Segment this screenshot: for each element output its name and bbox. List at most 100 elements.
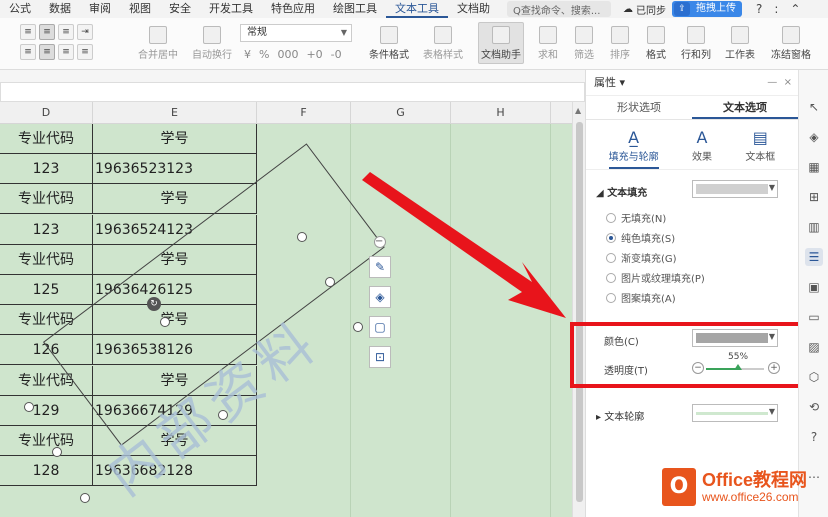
sum-button[interactable]: 求和: [532, 26, 564, 61]
resize-handle[interactable]: [353, 322, 363, 332]
resize-handle[interactable]: [24, 402, 34, 412]
chart-icon[interactable]: ▥: [805, 218, 823, 236]
merge-center-button[interactable]: 合并居中: [134, 26, 182, 61]
freeze-panes-button[interactable]: 冻结窗格: [766, 26, 816, 61]
rows-cols-button[interactable]: 行和列: [676, 26, 716, 61]
help-icon[interactable]: ?: [756, 2, 762, 16]
cell-student-id[interactable]: 19636523123: [93, 154, 257, 185]
menu-formula[interactable]: 公式: [0, 0, 40, 18]
column-header-extra[interactable]: [551, 102, 572, 124]
subtab-effects[interactable]: A 效果: [692, 128, 712, 169]
menu-doc-assist[interactable]: 文档助: [448, 0, 499, 18]
cell-major-code[interactable]: 123: [0, 154, 93, 185]
radio-gradient-fill[interactable]: 渐变填充(G): [606, 250, 677, 265]
menu-text-tools[interactable]: 文本工具: [386, 0, 448, 18]
format-button[interactable]: 格式: [640, 26, 672, 61]
tab-shape-options[interactable]: 形状选项: [586, 96, 692, 119]
align-bottom-icon[interactable]: ≡: [58, 24, 74, 40]
align-right-icon[interactable]: ≡: [58, 44, 74, 60]
align-top-icon[interactable]: ≡: [20, 24, 36, 40]
align-middle-icon[interactable]: ≡: [39, 24, 55, 40]
resize-handle[interactable]: [52, 447, 62, 457]
text-fill-section[interactable]: ◢ 文本填充: [596, 184, 647, 199]
number-format-select[interactable]: 常规 ▼: [240, 24, 352, 42]
column-header-e[interactable]: E: [93, 102, 257, 124]
thousands-button[interactable]: 000: [277, 48, 298, 61]
align-left-icon[interactable]: ≡: [20, 44, 36, 60]
apps-icon[interactable]: ⊞: [805, 188, 823, 206]
tab-text-options[interactable]: 文本选项: [692, 96, 798, 119]
cell-major-code[interactable]: 129: [0, 395, 93, 426]
pen-icon[interactable]: ✎: [369, 256, 391, 278]
percent-button[interactable]: %: [259, 48, 269, 61]
picture-icon[interactable]: ▨: [805, 338, 823, 356]
wrap-text-button[interactable]: 自动换行: [188, 26, 236, 61]
upload-button[interactable]: ⇪ 拖拽上传: [672, 1, 742, 17]
subtab-fill-outline[interactable]: A̲ 填充与轮廓: [608, 128, 659, 169]
scroll-thumb[interactable]: [576, 122, 583, 502]
panel-title[interactable]: 属性 ▾ — ×: [586, 70, 798, 96]
resize-handle[interactable]: [297, 232, 307, 242]
menu-security[interactable]: 安全: [160, 0, 200, 18]
properties-icon[interactable]: ☰: [805, 248, 823, 266]
table-style-button[interactable]: 表格样式: [418, 26, 468, 61]
storage-icon[interactable]: ▭: [805, 308, 823, 326]
vertical-scrollbar[interactable]: ▲: [572, 102, 585, 517]
radio-solid-fill[interactable]: 纯色填充(S): [606, 230, 675, 245]
text-outline-select[interactable]: ▼: [692, 404, 778, 422]
table-icon[interactable]: ▦: [805, 158, 823, 176]
collapse-icon[interactable]: ⌃: [790, 2, 800, 16]
cell-major-code[interactable]: 专业代码: [0, 124, 93, 154]
outline-icon[interactable]: ▢: [369, 316, 391, 338]
increase-decimal-button[interactable]: +0: [306, 48, 322, 61]
currency-button[interactable]: ¥: [244, 48, 251, 61]
radio-pattern-fill[interactable]: 图案填充(A): [606, 290, 676, 305]
more-icon[interactable]: :: [774, 2, 778, 16]
help-icon[interactable]: ?: [805, 428, 823, 446]
text-outline-section[interactable]: ▸ 文本轮廓: [596, 408, 644, 423]
shape-icon[interactable]: ⬡: [805, 368, 823, 386]
conditional-format-button[interactable]: 条件格式: [364, 26, 414, 61]
crop-icon[interactable]: ⊡: [369, 346, 391, 368]
column-header-f[interactable]: F: [257, 102, 351, 124]
justify-icon[interactable]: ≡: [77, 44, 93, 60]
subtab-textbox[interactable]: ▤ 文本框: [745, 128, 775, 169]
worksheet-button[interactable]: 工作表: [720, 26, 760, 61]
filter-button[interactable]: 筛选: [568, 26, 600, 61]
menu-developer[interactable]: 开发工具: [200, 0, 262, 18]
radio-picture-fill[interactable]: 图片或纹理填充(P): [606, 270, 705, 285]
spreadsheet-grid[interactable]: D E F G H 专业代码 学号 123 19636523123 专业代码 学号 123 1…: [0, 102, 572, 517]
cell-major-code[interactable]: 128: [0, 456, 93, 487]
cell-major-code[interactable]: 专业代码: [0, 426, 93, 456]
menu-view[interactable]: 视图: [120, 0, 160, 18]
cell-major-code[interactable]: 专业代码: [0, 244, 93, 275]
cell-major-code[interactable]: 123: [0, 214, 93, 245]
column-header-d[interactable]: D: [0, 102, 93, 124]
history-icon[interactable]: ⟲: [805, 398, 823, 416]
close-icon[interactable]: ×: [784, 77, 792, 88]
fill-bucket-icon[interactable]: ◈: [369, 286, 391, 308]
column-header-g[interactable]: G: [351, 102, 451, 124]
column-header-h[interactable]: H: [451, 102, 551, 124]
menu-review[interactable]: 审阅: [80, 0, 120, 18]
rotate-icon[interactable]: ↻: [147, 297, 161, 311]
decrease-decimal-button[interactable]: -0: [331, 48, 342, 61]
resize-handle[interactable]: [218, 410, 228, 420]
cell-major-code[interactable]: 125: [0, 275, 93, 305]
doc-assist-button[interactable]: 文档助手: [478, 22, 524, 64]
collapse-toolbar-icon[interactable]: −: [374, 236, 386, 248]
cell-major-code[interactable]: 专业代码: [0, 184, 93, 215]
indent-icon[interactable]: ⇥: [77, 24, 93, 40]
formula-bar[interactable]: [0, 82, 585, 102]
more-icon[interactable]: ⋯: [805, 468, 823, 486]
menu-special[interactable]: 特色应用: [262, 0, 324, 18]
resize-handle[interactable]: [160, 317, 170, 327]
resize-handle[interactable]: [325, 277, 335, 287]
sort-button[interactable]: 排序: [604, 26, 636, 61]
menu-drawing-tools[interactable]: 绘图工具: [324, 0, 386, 18]
resize-handle[interactable]: [80, 493, 90, 503]
align-center-icon[interactable]: ≡: [39, 44, 55, 60]
cursor-icon[interactable]: ↖: [805, 98, 823, 116]
fill-icon[interactable]: ◈: [805, 128, 823, 146]
radio-no-fill[interactable]: 无填充(N): [606, 210, 666, 225]
